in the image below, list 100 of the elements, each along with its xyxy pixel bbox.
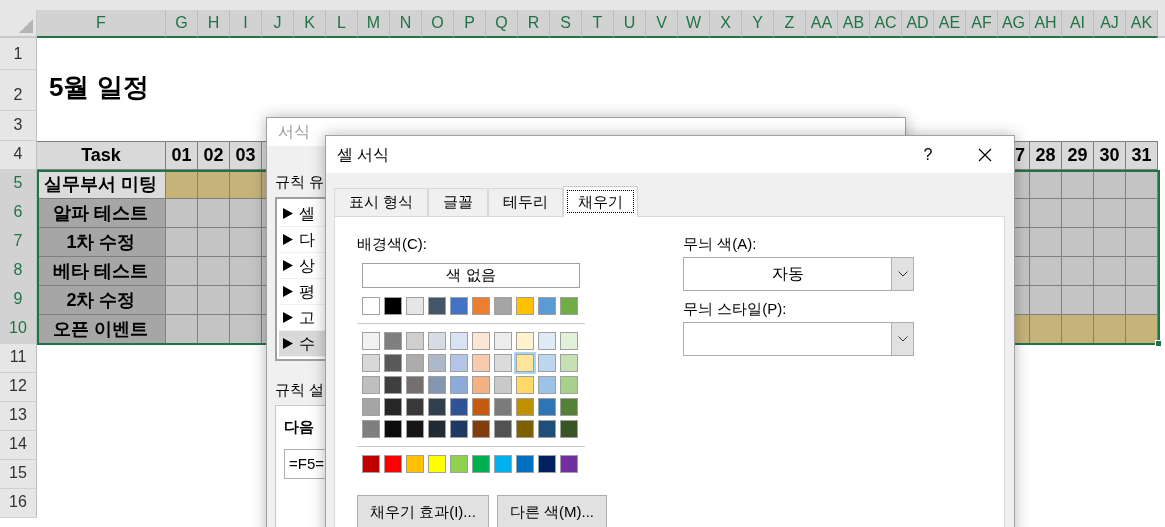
tab[interactable]: 표시 형식: [334, 188, 429, 216]
color-swatch[interactable]: [514, 418, 536, 440]
row-header[interactable]: 15: [0, 460, 37, 489]
column-header[interactable]: U: [614, 10, 646, 38]
column-header[interactable]: AB: [838, 10, 870, 38]
row-header[interactable]: 6: [0, 199, 37, 228]
color-swatch[interactable]: [426, 418, 448, 440]
color-swatch[interactable]: [382, 330, 404, 352]
column-header[interactable]: Y: [742, 10, 774, 38]
column-header[interactable]: AJ: [1094, 10, 1126, 38]
column-header[interactable]: X: [710, 10, 742, 38]
color-swatch[interactable]: [536, 396, 558, 418]
color-swatch[interactable]: [404, 374, 426, 396]
column-header[interactable]: N: [390, 10, 422, 38]
color-swatch[interactable]: [382, 374, 404, 396]
row-header[interactable]: 11: [0, 344, 37, 373]
color-swatch[interactable]: [492, 352, 514, 374]
color-swatch[interactable]: [360, 396, 382, 418]
select-all-button[interactable]: [0, 10, 37, 38]
triangle-icon[interactable]: [19, 19, 33, 33]
color-swatch[interactable]: [514, 352, 536, 374]
color-swatch[interactable]: [382, 418, 404, 440]
column-header[interactable]: F: [37, 10, 166, 38]
column-header[interactable]: AG: [998, 10, 1030, 38]
color-swatch[interactable]: [470, 374, 492, 396]
color-swatch[interactable]: [558, 352, 580, 374]
color-swatch[interactable]: [360, 453, 382, 475]
column-header[interactable]: W: [678, 10, 710, 38]
color-swatch[interactable]: [360, 330, 382, 352]
dropdown[interactable]: [683, 322, 914, 356]
column-header[interactable]: AC: [870, 10, 902, 38]
tab[interactable]: 글꼴: [428, 188, 489, 216]
row-header[interactable]: 4: [0, 141, 37, 170]
color-swatch[interactable]: [558, 453, 580, 475]
fill-effects-button[interactable]: 채우기 효과(I)...: [357, 495, 489, 527]
color-swatch[interactable]: [514, 374, 536, 396]
row-header[interactable]: 9: [0, 286, 37, 315]
color-swatch[interactable]: [426, 396, 448, 418]
row-header[interactable]: 1: [0, 38, 37, 70]
color-swatch[interactable]: [426, 295, 448, 317]
color-swatch[interactable]: [404, 330, 426, 352]
tab[interactable]: 채우기: [563, 186, 639, 217]
column-header[interactable]: G: [166, 10, 198, 38]
column-header[interactable]: S: [550, 10, 582, 38]
color-swatch[interactable]: [426, 330, 448, 352]
color-swatch[interactable]: [470, 352, 492, 374]
column-header[interactable]: H: [198, 10, 230, 38]
color-swatch[interactable]: [558, 374, 580, 396]
color-swatch[interactable]: [448, 295, 470, 317]
column-header[interactable]: O: [422, 10, 454, 38]
color-swatch[interactable]: [448, 352, 470, 374]
color-swatch[interactable]: [360, 295, 382, 317]
color-swatch[interactable]: [382, 352, 404, 374]
color-swatch[interactable]: [382, 453, 404, 475]
color-swatch[interactable]: [470, 396, 492, 418]
color-swatch[interactable]: [558, 295, 580, 317]
color-swatch[interactable]: [426, 453, 448, 475]
column-header[interactable]: T: [582, 10, 614, 38]
dropdown[interactable]: 자동: [683, 257, 914, 291]
color-swatch[interactable]: [404, 352, 426, 374]
column-header[interactable]: P: [454, 10, 486, 38]
color-swatch[interactable]: [426, 352, 448, 374]
row-header[interactable]: 13: [0, 402, 37, 431]
color-swatch[interactable]: [404, 418, 426, 440]
color-swatch[interactable]: [360, 418, 382, 440]
fill-handle[interactable]: [1155, 340, 1162, 347]
color-swatch[interactable]: [492, 374, 514, 396]
color-swatch[interactable]: [492, 453, 514, 475]
column-header[interactable]: Q: [486, 10, 518, 38]
color-swatch[interactable]: [470, 453, 492, 475]
column-header[interactable]: V: [646, 10, 678, 38]
column-header[interactable]: J: [262, 10, 294, 38]
color-swatch[interactable]: [492, 418, 514, 440]
color-swatch[interactable]: [558, 418, 580, 440]
column-header[interactable]: R: [518, 10, 550, 38]
color-swatch[interactable]: [470, 418, 492, 440]
color-swatch[interactable]: [360, 352, 382, 374]
row-header[interactable]: 16: [0, 489, 37, 518]
color-swatch[interactable]: [404, 295, 426, 317]
color-swatch[interactable]: [558, 396, 580, 418]
color-swatch[interactable]: [448, 374, 470, 396]
row-header[interactable]: 3: [0, 111, 37, 141]
color-swatch[interactable]: [448, 453, 470, 475]
column-header[interactable]: AA: [806, 10, 838, 38]
color-swatch[interactable]: [536, 352, 558, 374]
color-swatch[interactable]: [536, 374, 558, 396]
color-swatch[interactable]: [492, 396, 514, 418]
no-color-button[interactable]: 색 없음: [362, 263, 580, 288]
column-header[interactable]: AH: [1030, 10, 1062, 38]
help-button[interactable]: ?: [900, 142, 956, 167]
column-header[interactable]: M: [358, 10, 390, 38]
column-header[interactable]: AK: [1126, 10, 1158, 38]
column-header[interactable]: AF: [966, 10, 998, 38]
row-header[interactable]: 8: [0, 257, 37, 286]
color-swatch[interactable]: [514, 396, 536, 418]
color-swatch[interactable]: [404, 396, 426, 418]
row-header[interactable]: 14: [0, 431, 37, 460]
column-header[interactable]: AD: [902, 10, 934, 38]
color-swatch[interactable]: [536, 418, 558, 440]
color-swatch[interactable]: [448, 418, 470, 440]
